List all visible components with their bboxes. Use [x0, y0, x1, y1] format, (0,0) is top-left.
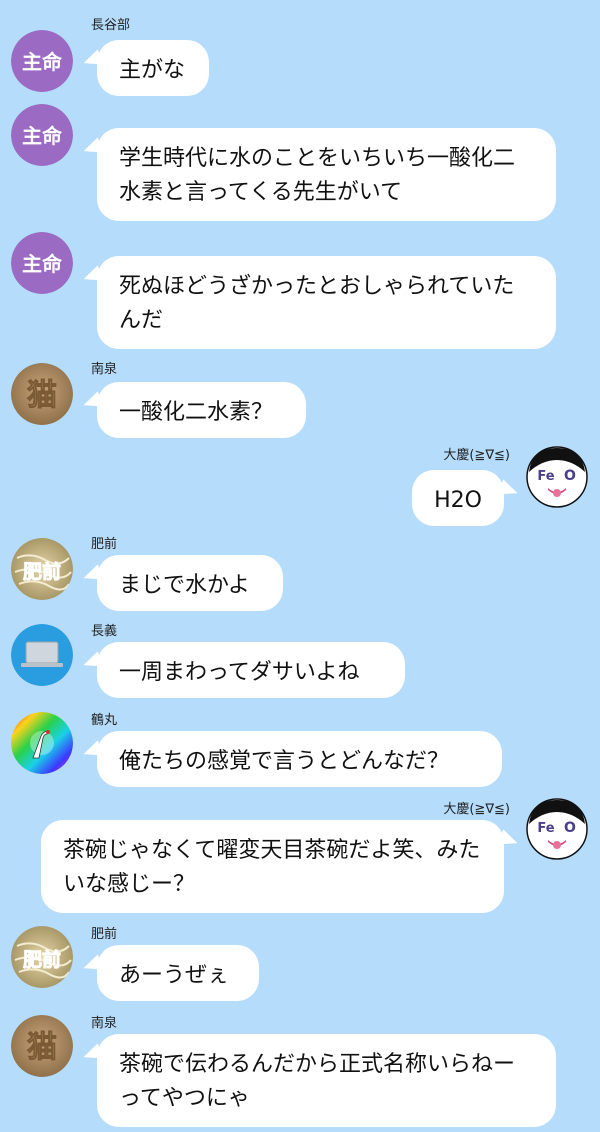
chat-message: 猫 南泉 茶碗で伝わるんだから正式名称いらねーってやつにゃ — [0, 1012, 600, 1130]
svg-text:O: O — [564, 468, 576, 484]
chat-message: 長義 一周まわってダサいよね — [0, 620, 600, 702]
hizen-noodle-icon[interactable]: 肥前 — [11, 926, 73, 988]
chat-message: Fe O 大慶(≧∇≦) H2O — [0, 444, 600, 529]
laptop-icon[interactable] — [11, 624, 73, 686]
crane-rainbow-icon[interactable] — [11, 712, 73, 774]
seal-shumei-icon[interactable]: 主命 — [11, 232, 73, 294]
svg-text:Fe: Fe — [537, 469, 554, 484]
chat-message: 主命 学生時代に水のことをいちいち一酸化二水素と言ってくる先生がいて — [0, 100, 600, 225]
hizen-noodle-icon[interactable]: 肥前 — [11, 538, 73, 600]
feo-face-icon[interactable]: Fe O — [526, 798, 588, 860]
svg-text:O: O — [564, 820, 576, 836]
message-bubble: 死ぬほどうざかったとおしゃられていたんだ — [97, 256, 556, 349]
svg-text:主命: 主命 — [22, 50, 63, 74]
message-bubble: 茶碗じゃなくて曜変天目茶碗だよ笑、みたいな感じー？ — [41, 820, 504, 913]
svg-text:Fe: Fe — [537, 821, 554, 836]
chat-message: 主命 死ぬほどうざかったとおしゃられていたんだ — [0, 228, 600, 353]
feo-face-icon[interactable]: Fe O — [526, 446, 588, 508]
chat-message: 肥前 肥前 あーうぜぇ — [0, 923, 600, 1005]
message-bubble: 一周まわってダサいよね — [97, 642, 405, 698]
chat-message: 鶴丸 俺たちの感覚で言うとどんなだ？ — [0, 709, 600, 791]
sender-name: 南泉 — [91, 1016, 118, 1031]
svg-text:肥前: 肥前 — [23, 560, 61, 583]
message-bubble: 主がな — [97, 40, 209, 96]
sender-name: 大慶(≧∇≦) — [443, 448, 510, 463]
message-bubble: 茶碗で伝わるんだから正式名称いらねーってやつにゃ — [97, 1034, 556, 1127]
chat-message: 肥前 肥前 まじで水かよ — [0, 533, 600, 615]
message-bubble: あーうぜぇ — [97, 945, 259, 1001]
seal-shumei-icon[interactable]: 主命 — [11, 104, 73, 166]
svg-text:主命: 主命 — [22, 124, 63, 148]
message-bubble: 一酸化二水素？ — [97, 382, 306, 438]
sender-name: 肥前 — [91, 927, 118, 942]
chat-message: 猫 南泉 一酸化二水素？ — [0, 358, 600, 440]
chat-message: 主命 長谷部 主がな — [0, 14, 600, 104]
sender-name: 鶴丸 — [91, 713, 118, 728]
svg-text:猫: 猫 — [27, 1030, 57, 1065]
svg-text:肥前: 肥前 — [23, 948, 61, 971]
svg-text:猫: 猫 — [27, 378, 57, 413]
sender-name: 長谷部 — [91, 18, 131, 33]
sender-name: 大慶(≧∇≦) — [443, 802, 510, 817]
message-bubble: まじで水かよ — [97, 555, 283, 611]
chat-message: Fe O 大慶(≧∇≦) 茶碗じゃなくて曜変天目茶碗だよ笑、みたいな感じー？ — [0, 798, 600, 918]
cat-kanji-icon[interactable]: 猫 — [11, 363, 73, 425]
seal-shumei-icon[interactable]: 主命 — [11, 30, 73, 92]
message-bubble: H2O — [412, 470, 504, 526]
sender-name: 南泉 — [91, 362, 118, 377]
message-bubble: 学生時代に水のことをいちいち一酸化二水素と言ってくる先生がいて — [97, 128, 556, 221]
message-bubble: 俺たちの感覚で言うとどんなだ？ — [97, 731, 502, 787]
svg-text:主命: 主命 — [22, 252, 63, 276]
sender-name: 長義 — [91, 624, 118, 639]
sender-name: 肥前 — [91, 537, 118, 552]
cat-kanji-icon[interactable]: 猫 — [11, 1015, 73, 1077]
